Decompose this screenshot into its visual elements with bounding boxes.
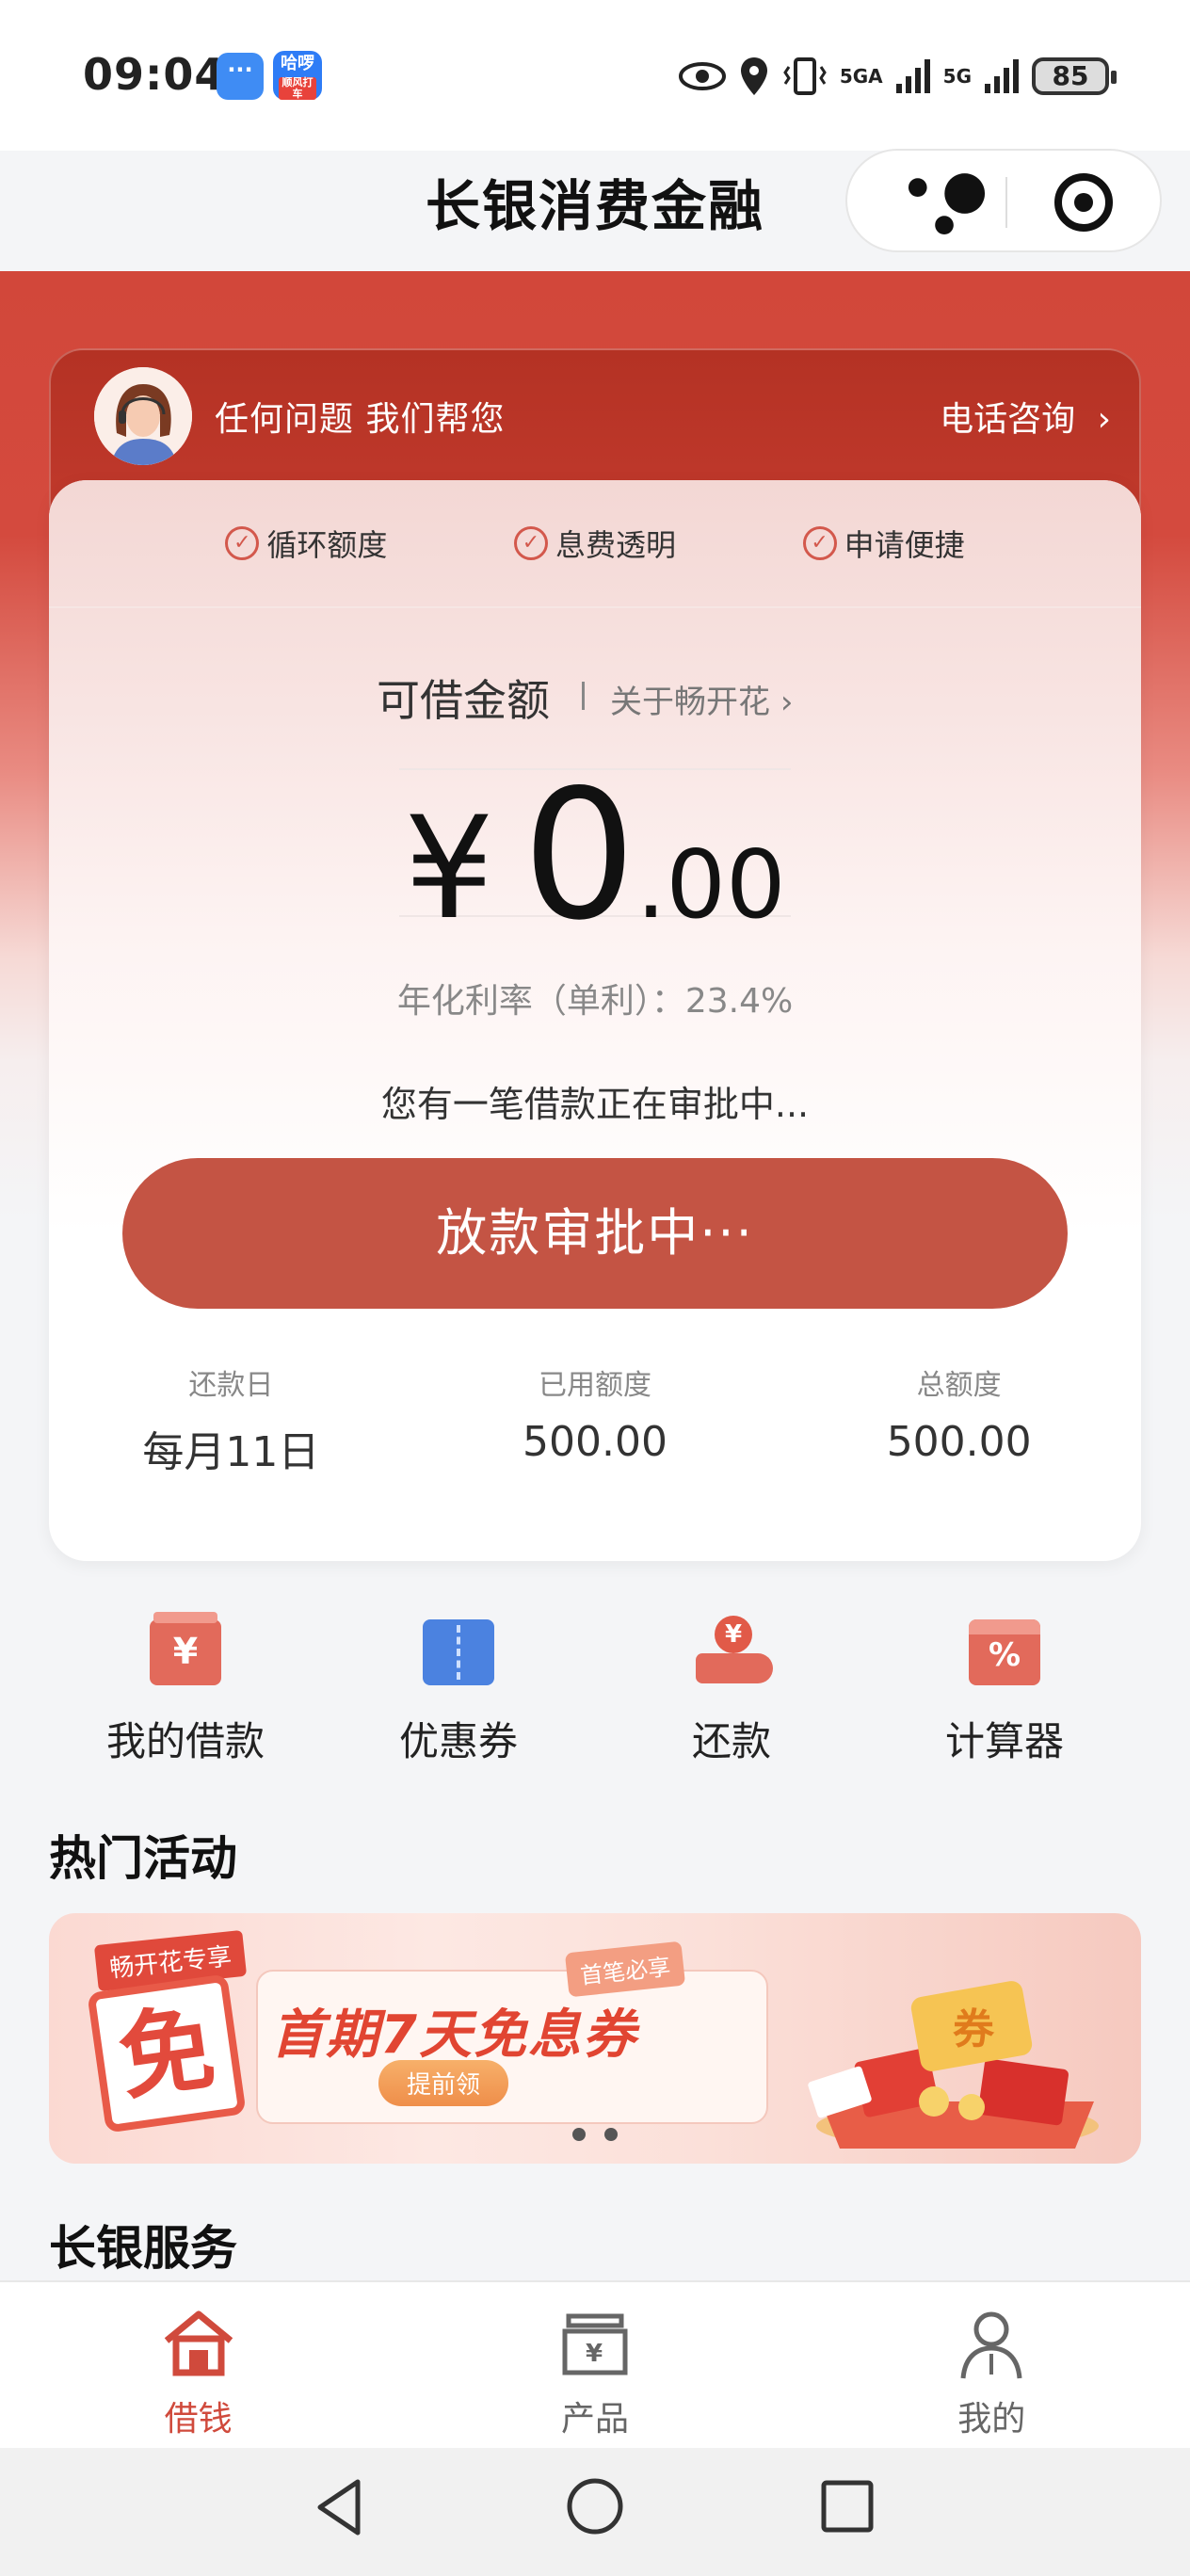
carousel-dots <box>49 2127 1141 2145</box>
quick-action-label: 计算器 <box>944 1718 1064 1764</box>
stat-used-limit: 已用额度 500.00 <box>413 1361 778 1478</box>
quick-action-label: 我的借款 <box>105 1718 265 1764</box>
stat-value: 500.00 <box>523 1418 667 1466</box>
miniapp-capsule: • ● • <box>845 149 1162 254</box>
chevron-right-icon: › <box>780 684 794 721</box>
claim-early-button[interactable]: 提前领 <box>378 2060 509 2106</box>
chevron-right-icon: › <box>1097 400 1111 439</box>
carousel-dot[interactable] <box>604 2128 618 2141</box>
stat-repay-day: 还款日 每月11日 <box>49 1361 413 1478</box>
tab-label: 产品 <box>560 2400 629 2439</box>
feature-label: 申请便捷 <box>844 527 965 563</box>
signal-icon-2 <box>985 59 1019 93</box>
promo-banner[interactable]: 畅开花专享 免 首笔必享 首期7天免息券 提前领 券 <box>49 1913 1141 2164</box>
amount-decimal: .00 <box>635 829 786 940</box>
svg-text:¥: ¥ <box>586 2340 603 2368</box>
repay-icon: ¥ <box>696 1616 773 1685</box>
calculator-icon <box>969 1619 1040 1685</box>
feature-item: ✓ 申请便捷 <box>802 522 965 565</box>
feature-label: 循环额度 <box>266 527 388 563</box>
amount-integer: 0 <box>522 751 636 959</box>
stat-label: 还款日 <box>188 1369 274 1402</box>
capsule-divider <box>1005 177 1007 228</box>
bottom-tab-bar: 借钱 ¥ 产品 我的 <box>0 2280 1190 2450</box>
coupons-button[interactable]: 优惠券 <box>322 1619 595 1767</box>
tab-me[interactable]: 我的 <box>850 2282 1133 2450</box>
services-title: 长银服务 <box>49 2221 237 2276</box>
more-options-button[interactable]: • ● • <box>885 164 998 254</box>
about-product-link[interactable]: 关于畅开花 › <box>610 676 793 722</box>
consult-text: 任何问题 我们帮您 <box>215 400 506 439</box>
signal-icon <box>895 59 930 93</box>
loan-status-button[interactable]: 放款审批中··· <box>122 1158 1068 1309</box>
stat-label: 已用额度 <box>539 1369 651 1402</box>
tab-label: 我的 <box>957 2400 1026 2439</box>
status-time: 09:04 <box>83 49 226 100</box>
calculator-button[interactable]: 计算器 <box>868 1619 1141 1767</box>
available-amount: ¥0.00 <box>49 751 1141 959</box>
location-icon <box>740 57 767 95</box>
carousel-dot[interactable] <box>572 2128 586 2141</box>
back-icon[interactable] <box>311 2476 367 2538</box>
quick-action-label: 优惠券 <box>398 1718 518 1764</box>
loan-icon <box>150 1612 221 1685</box>
close-miniapp-button[interactable] <box>1054 173 1113 232</box>
credit-stats: 还款日 每月11日 已用额度 500.00 总额度 500.00 <box>49 1361 1141 1478</box>
my-loans-button[interactable]: 我的借款 <box>49 1612 322 1767</box>
stat-value: 每月11日 <box>142 1428 320 1476</box>
stat-total-limit: 总额度 500.00 <box>777 1361 1141 1478</box>
features-row: ✓ 循环额度 ✓ 息费透明 ✓ 申请便捷 <box>49 480 1141 608</box>
stat-label: 总额度 <box>916 1369 1002 1402</box>
check-icon: ✓ <box>513 526 548 560</box>
check-icon: ✓ <box>802 526 837 560</box>
message-notification-icon <box>217 53 264 100</box>
check-icon: ✓ <box>225 526 260 560</box>
feature-item: ✓ 循环额度 <box>225 522 387 565</box>
phone-consult-label: 电话咨询 <box>940 400 1076 439</box>
interest-rate: 年化利率（单利）：23.4% <box>396 982 794 1021</box>
stat-value: 500.00 <box>886 1418 1032 1466</box>
divider <box>582 682 585 710</box>
recents-icon[interactable] <box>819 2478 876 2535</box>
feature-label: 息费透明 <box>555 527 676 563</box>
feature-item: ✓ 息费透明 <box>513 522 676 565</box>
about-label: 关于畅开花 <box>610 684 770 721</box>
coupon-icon <box>423 1619 494 1685</box>
tab-borrow[interactable]: 借钱 <box>57 2282 340 2450</box>
network-5g-indicator: 5G <box>942 65 972 88</box>
coupon-char: 券 <box>953 2005 995 2053</box>
phone-consult-link[interactable]: 电话咨询 › <box>940 392 1111 441</box>
system-navigation-bar <box>0 2448 1190 2576</box>
credit-card-panel: ✓ 循环额度 ✓ 息费透明 ✓ 申请便捷 可借金额 关于畅开花 › ¥0.00 年化利… <box>49 480 1141 1561</box>
quick-actions: 我的借款 优惠券 ¥ 还款 计算器 <box>49 1612 1141 1767</box>
hello-app-notification-icon: 哈啰 顺风打车 <box>273 51 322 100</box>
network-5ga-indicator: 5GA <box>839 65 883 88</box>
eye-icon <box>678 62 726 90</box>
battery-icon: 85 <box>1032 57 1117 95</box>
free-badge: 免 <box>87 1973 247 2133</box>
tab-label: 借钱 <box>164 2400 233 2439</box>
gift-illustration: 券 <box>808 1981 1099 2149</box>
currency-symbol: ¥ <box>404 787 494 951</box>
quick-action-label: 还款 <box>691 1718 771 1764</box>
pending-loan-notice: 您有一笔借款正在审批中... <box>380 1084 810 1125</box>
vibrate-icon <box>783 57 827 95</box>
promo-headline: 首期7天免息券 <box>271 2004 637 2066</box>
user-icon <box>960 2311 1022 2379</box>
tab-products[interactable]: ¥ 产品 <box>454 2282 736 2450</box>
status-icons: 5GA 5G 85 <box>678 51 1117 102</box>
agent-avatar <box>94 367 192 465</box>
home-icon[interactable] <box>565 2476 625 2536</box>
available-amount-label: 可借金额 <box>377 675 550 726</box>
repay-button[interactable]: ¥ 还款 <box>595 1616 868 1767</box>
hello-app-name: 哈啰 <box>281 54 314 73</box>
hello-app-sub: 顺风打车 <box>279 77 316 100</box>
home-borrow-icon <box>164 2310 233 2376</box>
products-icon: ¥ <box>562 2313 628 2375</box>
hot-activities-title: 热门活动 <box>49 1831 237 1886</box>
